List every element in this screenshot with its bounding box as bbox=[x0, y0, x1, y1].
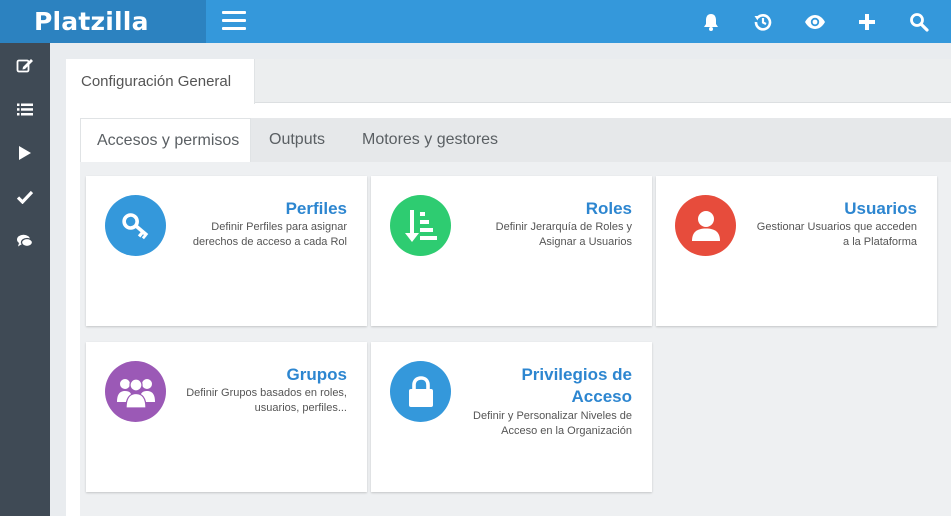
brand-logo[interactable]: Platzilla bbox=[0, 0, 206, 43]
card-description: Definir Jerarquía de Roles y Asignar a U… bbox=[432, 220, 632, 250]
sidebar-item-play[interactable] bbox=[0, 131, 50, 175]
card-desc-line: Gestionar Usuarios que acceden bbox=[756, 221, 917, 233]
card-desc-line: Definir y Personalizar Niveles de bbox=[473, 410, 632, 422]
bell-icon bbox=[704, 13, 718, 31]
menu-toggle-button[interactable] bbox=[222, 11, 246, 31]
card-description: Gestionar Usuarios que acceden a la Plat… bbox=[717, 220, 917, 250]
card-perfiles[interactable]: Perfiles Definir Perfiles para asignar d… bbox=[86, 176, 367, 326]
hamburger-line bbox=[222, 27, 246, 30]
search-button[interactable] bbox=[893, 0, 945, 43]
hamburger-line bbox=[222, 11, 246, 14]
lock-icon bbox=[408, 375, 433, 407]
card-description: Definir y Personalizar Niveles de Acceso… bbox=[432, 409, 632, 439]
card-usuarios[interactable]: Usuarios Gestionar Usuarios que acceden … bbox=[656, 176, 937, 326]
main-area: Configuración General Accesos y permisos… bbox=[50, 43, 951, 516]
card-desc-line: a la Plataforma bbox=[843, 236, 917, 248]
subtab-motores[interactable]: Motores y gestores bbox=[362, 118, 498, 162]
edit-icon bbox=[16, 59, 33, 73]
sidebar-item-edit[interactable] bbox=[0, 43, 50, 87]
card-grupos[interactable]: Grupos Definir Grupos basados en roles, … bbox=[86, 342, 367, 492]
sidebar-item-check[interactable] bbox=[0, 175, 50, 219]
config-panel: Configuración General Accesos y permisos… bbox=[66, 59, 951, 516]
play-icon bbox=[19, 146, 31, 160]
card-desc-line: Definir Perfiles para asignar bbox=[211, 221, 347, 233]
card-description: Definir Grupos basados en roles, usuario… bbox=[147, 386, 347, 416]
history-button[interactable] bbox=[737, 0, 789, 43]
cards-area: Perfiles Definir Perfiles para asignar d… bbox=[80, 162, 951, 516]
card-title: Perfiles bbox=[285, 199, 347, 218]
sidebar-item-comments[interactable] bbox=[0, 219, 50, 263]
card-desc-line: Asignar a Usuarios bbox=[539, 236, 632, 248]
top-navbar: Platzilla bbox=[0, 0, 951, 43]
plus-icon bbox=[859, 13, 875, 30]
sidebar-item-list[interactable] bbox=[0, 87, 50, 131]
subtabs-bar: Accesos y permisos Outputs Motores y ges… bbox=[80, 118, 951, 163]
card-title: Roles bbox=[585, 199, 632, 218]
view-button[interactable] bbox=[789, 0, 841, 43]
search-icon bbox=[910, 12, 929, 32]
subtab-accesos[interactable]: Accesos y permisos bbox=[80, 118, 251, 163]
card-desc-line: usuarios, perfiles... bbox=[254, 402, 347, 414]
sidebar bbox=[0, 43, 50, 516]
card-desc-line: Definir Jerarquía de Roles y bbox=[495, 221, 632, 233]
card-desc-line: Definir Grupos basados en roles, bbox=[186, 387, 347, 399]
list-icon bbox=[17, 103, 33, 115]
card-title: Grupos bbox=[286, 365, 347, 384]
hamburger-line bbox=[222, 19, 246, 22]
card-roles[interactable]: Roles Definir Jerarquía de Roles y Asign… bbox=[371, 176, 652, 326]
subtab-outputs[interactable]: Outputs bbox=[269, 118, 325, 162]
eye-icon bbox=[805, 14, 825, 29]
user-icon bbox=[691, 210, 720, 241]
check-icon bbox=[17, 190, 33, 204]
card-desc-line: Acceso en la Organización bbox=[501, 425, 632, 437]
card-title: Usuarios bbox=[844, 199, 917, 218]
add-button[interactable] bbox=[841, 0, 893, 43]
card-title: Privilegios de Acceso bbox=[452, 364, 632, 408]
card-title-line: Privilegios de bbox=[521, 365, 632, 384]
comments-icon bbox=[17, 234, 34, 248]
notifications-button[interactable] bbox=[685, 0, 737, 43]
tab-configuracion-general[interactable]: Configuración General bbox=[66, 59, 255, 104]
card-desc-line: derechos de acceso a cada Rol bbox=[192, 236, 347, 248]
card-description: Definir Perfiles para asignar derechos d… bbox=[147, 220, 347, 250]
card-privilegios[interactable]: Privilegios de Acceso Definir y Personal… bbox=[371, 342, 652, 492]
card-title-line: Acceso bbox=[571, 387, 632, 406]
top-actions bbox=[685, 0, 945, 43]
history-icon bbox=[754, 13, 772, 31]
